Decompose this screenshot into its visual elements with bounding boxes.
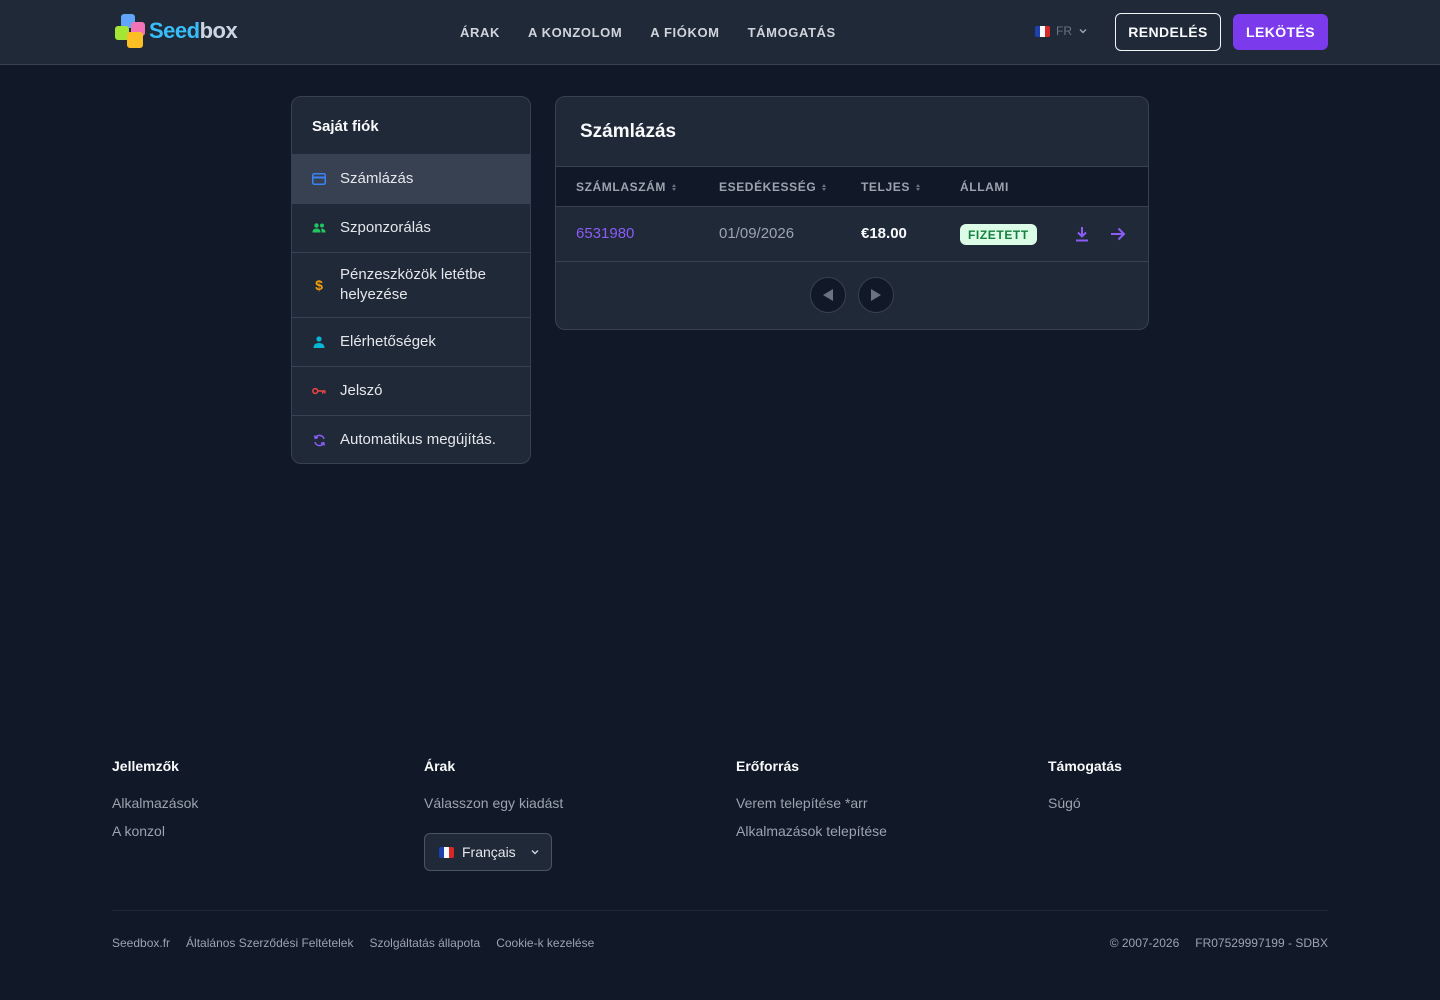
logo-text: Seedbox — [149, 18, 238, 43]
user-icon — [312, 335, 326, 349]
triangle-left-icon — [823, 289, 833, 301]
table-header: SZÁMLASZÁM ESEDÉKESSÉG TELJES ÁLLAMI — [556, 166, 1148, 207]
sidebar-item-sponsorship[interactable]: Szponzorálás — [292, 203, 530, 252]
footer-link[interactable]: Válasszon egy kiadást — [424, 795, 563, 823]
french-flag-icon — [1035, 25, 1050, 37]
footer-column-features: Jellemzők Alkalmazások A konzol — [112, 758, 198, 851]
footer-column-prices: Árak Válasszon egy kiadást — [424, 758, 563, 823]
table-row: 6531980 01/09/2026 €18.00 FIZETETT — [556, 207, 1148, 262]
chevron-down-icon — [1079, 29, 1087, 34]
invoice-number-link[interactable]: 6531980 — [576, 225, 634, 242]
logo-cubes-icon — [113, 14, 149, 48]
sidebar-item-label: Szponzorálás — [340, 219, 431, 236]
french-flag-icon — [439, 846, 454, 858]
column-status: ÁLLAMI — [960, 180, 1009, 194]
account-sidebar: Saját fiók Számlázás Szponzorálás $ Pénz… — [291, 96, 531, 464]
triangle-right-icon — [871, 289, 881, 301]
footer-legal: © 2007-2026 FR07529997199 - SDBX — [1110, 936, 1328, 950]
language-select-value: Français — [462, 844, 516, 860]
sidebar-item-deposit-funds[interactable]: $ Pénzeszközök letétbe helyezése — [292, 252, 530, 317]
dollar-icon: $ — [315, 277, 323, 293]
nav-my-console[interactable]: A KONZOLOM — [528, 25, 622, 40]
footer-column-support: Támogatás Súgó — [1048, 758, 1122, 823]
chevron-down-icon — [531, 850, 539, 855]
sidebar-item-billing[interactable]: Számlázás — [292, 154, 530, 203]
footer-heading: Árak — [424, 758, 456, 774]
sidebar-item-label: Pénzeszközök letétbe helyezése — [340, 266, 486, 303]
sidebar-item-auto-renewal[interactable]: Automatikus megújítás. — [292, 415, 530, 463]
sidebar-item-contacts[interactable]: Elérhetőségek — [292, 317, 530, 366]
footer-link[interactable]: A konzol — [112, 823, 198, 851]
footer-link[interactable]: Alkalmazások telepítése — [736, 823, 887, 851]
footer-bottom-links: Seedbox.fr Általános Szerződési Feltétel… — [112, 936, 594, 950]
column-due-date[interactable]: ESEDÉKESSÉG — [719, 180, 827, 194]
nav-my-account[interactable]: A FIÓKOM — [650, 25, 719, 40]
nav-support[interactable]: TÁMOGATÁS — [748, 25, 836, 40]
due-date: 01/09/2026 — [719, 225, 795, 242]
next-page-button[interactable] — [858, 277, 894, 313]
footer-heading: Erőforrás — [736, 758, 800, 774]
sidebar-title: Saját fiók — [312, 118, 379, 135]
footer-link[interactable]: Súgó — [1048, 795, 1122, 823]
footer-heading: Támogatás — [1048, 758, 1122, 774]
sidebar-item-label: Számlázás — [340, 170, 414, 187]
footer-heading: Jellemzők — [112, 758, 179, 774]
arrow-right-icon[interactable] — [1109, 225, 1127, 243]
sort-icon — [672, 183, 676, 191]
language-code: FR — [1056, 24, 1072, 38]
sort-icon — [915, 183, 920, 191]
footer-divider — [112, 910, 1328, 911]
order-button[interactable]: RENDELÉS — [1115, 13, 1221, 51]
sidebar-item-label: Jelszó — [340, 382, 383, 399]
billing-card: Számlázás SZÁMLASZÁM ESEDÉKESSÉG TELJES … — [555, 96, 1149, 330]
invoice-total: €18.00 — [861, 225, 907, 242]
copyright: © 2007-2026 — [1109, 936, 1180, 950]
subscribe-button[interactable]: LEKÖTÉS — [1233, 14, 1328, 50]
footer-link-terms[interactable]: Általános Szerződési Feltételek — [186, 936, 353, 950]
sidebar-item-password[interactable]: Jelszó — [292, 366, 530, 415]
previous-page-button[interactable] — [810, 277, 846, 313]
footer-link[interactable]: Verem telepítése *arr — [736, 795, 887, 823]
language-switcher[interactable]: FR — [1035, 24, 1088, 38]
sidebar-item-label: Automatikus megújítás. — [340, 431, 496, 448]
main-nav: ÁRAK A KONZOLOM A FIÓKOM TÁMOGATÁS — [460, 0, 836, 64]
key-icon — [312, 384, 326, 398]
refresh-icon — [312, 433, 326, 447]
nav-prices[interactable]: ÁRAK — [460, 25, 500, 40]
footer-column-resources: Erőforrás Verem telepítése *arr Alkalmaz… — [736, 758, 887, 851]
credit-card-icon — [312, 172, 326, 186]
footer-language-select[interactable]: Français — [424, 833, 552, 871]
footer-link[interactable]: Alkalmazások — [112, 795, 198, 823]
column-total[interactable]: TELJES — [861, 180, 920, 194]
column-invoice-number[interactable]: SZÁMLASZÁM — [576, 180, 676, 194]
sidebar-item-label: Elérhetőségek — [340, 333, 436, 350]
users-icon — [312, 221, 326, 235]
seedbox-logo[interactable]: Seedbox — [113, 14, 238, 48]
top-navbar: Seedbox ÁRAK A KONZOLOM A FIÓKOM TÁMOGAT… — [0, 0, 1440, 65]
status-badge: FIZETETT — [960, 224, 1037, 245]
billing-title: Számlázás — [580, 121, 677, 142]
sort-icon — [822, 183, 827, 191]
footer-link-cookies[interactable]: Cookie-k kezelése — [496, 936, 594, 950]
footer-link-seedbox[interactable]: Seedbox.fr — [112, 936, 170, 950]
download-icon[interactable] — [1073, 225, 1091, 243]
company-id: FR07529997199 - SDBX — [1195, 936, 1328, 950]
footer-link-service-status[interactable]: Szolgáltatás állapota — [369, 936, 480, 950]
